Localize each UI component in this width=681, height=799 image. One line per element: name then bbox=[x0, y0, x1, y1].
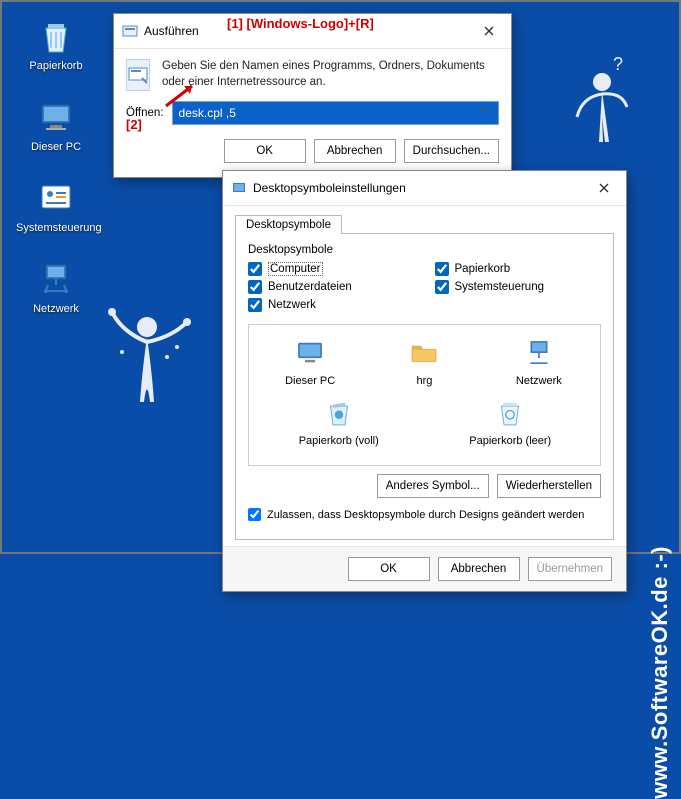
tab-desktop-icons[interactable]: Desktopsymbole bbox=[235, 215, 342, 234]
run-input[interactable] bbox=[172, 101, 499, 125]
annotation-shortcut: [1] [Windows-Logo]+[R] bbox=[227, 16, 374, 31]
check-network[interactable]: Netzwerk bbox=[248, 298, 415, 312]
desktop-icon-this-pc[interactable]: Dieser PC bbox=[16, 97, 96, 153]
network-icon bbox=[521, 335, 557, 371]
run-prompt-icon bbox=[126, 59, 150, 91]
check-computer[interactable]: Computer bbox=[248, 262, 415, 276]
icon-cell-this-pc[interactable]: Dieser PC bbox=[255, 335, 365, 387]
desktop-icon-recycle-bin[interactable]: Papierkorb bbox=[16, 16, 96, 72]
desktop-icon-label: Dieser PC bbox=[16, 141, 96, 153]
icon-cell-network[interactable]: Netzwerk bbox=[484, 335, 594, 387]
recycle-bin-icon bbox=[36, 16, 76, 56]
folder-icon bbox=[406, 335, 442, 371]
desktop-icon-control-panel[interactable]: Systemsteuerung bbox=[16, 178, 96, 234]
network-icon bbox=[36, 259, 76, 299]
check-recycle-bin[interactable]: Papierkorb bbox=[435, 262, 602, 276]
desktop-icon-label: Netzwerk bbox=[16, 303, 96, 315]
this-pc-icon bbox=[36, 97, 76, 137]
close-button[interactable] bbox=[475, 20, 503, 42]
icon-preview-grid: Dieser PC hrg Netzwerk Papierkorb (voll)… bbox=[248, 324, 601, 466]
settings-title: Desktopsymboleinstellungen bbox=[253, 181, 590, 195]
settings-apply-button[interactable]: Übernehmen bbox=[528, 557, 612, 581]
this-pc-icon bbox=[292, 335, 328, 371]
run-browse-button[interactable]: Durchsuchen... bbox=[404, 139, 499, 163]
run-cancel-button[interactable]: Abbrechen bbox=[314, 139, 396, 163]
desktop-icon-label: Papierkorb bbox=[16, 60, 96, 72]
desktop-icon-label: Systemsteuerung bbox=[16, 222, 96, 234]
desktop-icon-settings-dialog: Desktopsymboleinstellungen Desktopsymbol… bbox=[222, 170, 627, 592]
restore-defaults-button[interactable]: Wiederherstellen bbox=[497, 474, 601, 498]
svg-text:?: ? bbox=[613, 54, 623, 74]
icon-cell-recycle-empty[interactable]: Papierkorb (leer) bbox=[455, 395, 565, 447]
run-ok-button[interactable]: OK bbox=[224, 139, 306, 163]
settings-cancel-button[interactable]: Abbrechen bbox=[438, 557, 520, 581]
run-dialog: Ausführen Geben Sie den Namen eines Prog… bbox=[113, 13, 512, 178]
annotation-field-marker: [2] bbox=[126, 117, 142, 132]
desktop-icon-network[interactable]: Netzwerk bbox=[16, 259, 96, 315]
watermark-figure-left bbox=[92, 302, 212, 452]
watermark-url: www.SoftwareOK.de :-) bbox=[647, 546, 673, 799]
recycle-bin-empty-icon bbox=[492, 395, 528, 431]
check-user-files[interactable]: Benutzerdateien bbox=[248, 280, 415, 294]
check-control-panel[interactable]: Systemsteuerung bbox=[435, 280, 602, 294]
change-icon-button[interactable]: Anderes Symbol... bbox=[377, 474, 489, 498]
group-label: Desktopsymbole bbox=[248, 244, 601, 256]
watermark-figure-right: ? bbox=[557, 52, 647, 182]
icon-cell-user-folder[interactable]: hrg bbox=[369, 335, 479, 387]
run-dropdown-button[interactable] bbox=[480, 105, 496, 121]
control-panel-icon bbox=[36, 178, 76, 218]
icon-cell-recycle-full[interactable]: Papierkorb (voll) bbox=[284, 395, 394, 447]
settings-app-icon bbox=[231, 180, 247, 196]
allow-themes-checkbox[interactable]: Zulassen, dass Desktopsymbole durch Desi… bbox=[248, 508, 601, 521]
recycle-bin-full-icon bbox=[321, 395, 357, 431]
settings-ok-button[interactable]: OK bbox=[348, 557, 430, 581]
run-app-icon bbox=[122, 23, 138, 39]
run-prompt-text: Geben Sie den Namen eines Programms, Ord… bbox=[162, 59, 499, 91]
